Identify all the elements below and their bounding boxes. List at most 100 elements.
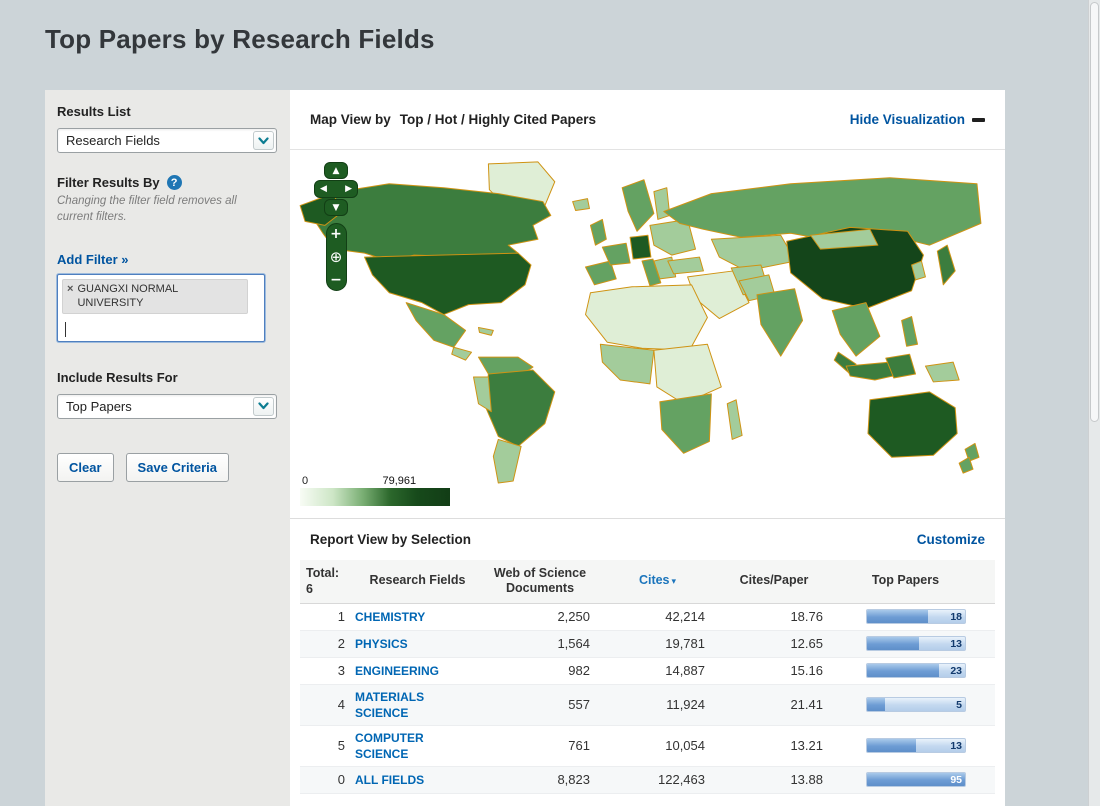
map-view-title-prefix: Map View by [310,112,391,127]
field-link[interactable]: PHYSICS [355,637,408,651]
scrollbar [1088,0,1100,806]
cites-cell: 14,887 [600,663,715,678]
map-controls: ▲ ◀ ▶ ▼ + ⊕ − [314,162,358,291]
pan-left-button[interactable]: ◀ [320,184,327,194]
help-icon[interactable]: ? [167,175,182,190]
field-link[interactable]: ALL FIELDS [355,773,424,787]
bar-value: 13 [950,638,962,650]
table-row: 4 MATERIALS SCIENCE 557 11,924 21.41 5 [300,685,995,726]
cites-per-paper-cell: 13.88 [715,772,833,787]
total-value: 6 [306,581,355,597]
sidebar: Results List Research Fields Filter Resu… [45,90,290,806]
filter-tag: × GUANGXI NORMAL UNIVERSITY [62,279,248,314]
field-link[interactable]: COMPUTER SCIENCE [355,731,424,761]
report-view-title: Report View by Selection [310,532,471,547]
column-top-papers: Top Papers [833,573,978,589]
field-link[interactable]: MATERIALS SCIENCE [355,690,424,720]
bar-fill [867,664,939,677]
cites-cell: 10,054 [600,738,715,753]
docs-cell: 1,564 [480,636,600,651]
results-list-select[interactable]: Research Fields [57,128,277,153]
rank-cell: 4 [300,697,355,712]
docs-cell: 2,250 [480,609,600,624]
top-papers-bar: 23 [866,663,966,678]
bar-value: 18 [950,611,962,623]
include-results-select[interactable]: Top Papers [57,394,277,419]
legend-max-label: 79,961 [383,475,417,487]
filter-note: Changing the filter field removes all cu… [57,194,267,225]
results-list-value: Research Fields [66,133,160,148]
rank-cell: 0 [300,772,355,787]
cites-cell: 19,781 [600,636,715,651]
bar-value: 13 [950,740,962,752]
map-view-title: Top / Hot / Highly Cited Papers [400,112,596,127]
results-list-label: Results List [57,104,278,119]
column-wos-documents: Web of Science Documents [480,566,600,597]
scrollbar-thumb[interactable] [1090,2,1099,422]
column-cites-per-paper: Cites/Paper [715,573,833,589]
results-table: Total: 6 Research Fields Web of Science … [300,560,995,794]
top-papers-bar: 95 [866,772,966,787]
top-papers-bar: 13 [866,636,966,651]
cites-per-paper-cell: 13.21 [715,738,833,753]
cites-cell: 42,214 [600,609,715,624]
table-row: 3 ENGINEERING 982 14,887 15.16 23 [300,658,995,685]
sort-arrow-icon: ▾ [672,577,677,587]
table-row: 0 ALL FIELDS 8,823 122,463 13.88 95 [300,767,995,794]
world-map[interactable] [292,154,992,486]
column-cites-sort[interactable]: Cites▾ [600,573,715,589]
text-cursor [65,322,66,337]
table-row: 5 COMPUTER SCIENCE 761 10,054 13.21 13 [300,726,995,767]
clear-button[interactable]: Clear [57,453,114,482]
rank-cell: 1 [300,609,355,624]
cites-cell: 122,463 [600,772,715,787]
bar-fill [867,637,919,650]
rank-cell: 2 [300,636,355,651]
chevron-down-icon[interactable] [253,131,274,150]
pan-up-button[interactable]: ▲ [324,162,348,179]
cites-per-paper-cell: 18.76 [715,609,833,624]
table-header-row: Total: 6 Research Fields Web of Science … [300,560,995,604]
page-title: Top Papers by Research Fields [45,24,435,55]
field-link[interactable]: ENGINEERING [355,664,439,678]
remove-tag-icon[interactable]: × [67,282,73,311]
rank-cell: 5 [300,738,355,753]
pan-down-button[interactable]: ▼ [324,199,348,216]
docs-cell: 8,823 [480,772,600,787]
save-criteria-button[interactable]: Save Criteria [126,453,230,482]
bar-fill [867,610,928,623]
column-research-fields: Research Fields [355,573,480,589]
map-view-header: Map View by Top / Hot / Highly Cited Pape… [290,90,1005,150]
bar-fill [867,698,885,711]
table-row: 1 CHEMISTRY 2,250 42,214 18.76 18 [300,604,995,631]
top-papers-bar: 13 [866,738,966,753]
zoom-in-button[interactable]: + [330,227,342,241]
cites-per-paper-cell: 12.65 [715,636,833,651]
filter-results-label: Filter Results By [57,175,160,190]
cites-per-paper-cell: 15.16 [715,663,833,678]
bar-fill [867,739,916,752]
bar-value: 95 [950,774,962,786]
docs-cell: 557 [480,697,600,712]
docs-cell: 982 [480,663,600,678]
rank-cell: 3 [300,663,355,678]
filter-tag-label: GUANGXI NORMAL UNIVERSITY [77,282,241,311]
pan-right-button[interactable]: ▶ [345,184,352,194]
report-view-header: Report View by Selection Customize [290,518,1005,560]
zoom-out-button[interactable]: − [330,273,342,287]
filter-input-box[interactable]: × GUANGXI NORMAL UNIVERSITY [57,274,265,342]
main-panel: Map View by Top / Hot / Highly Cited Pape… [290,90,1005,806]
globe-icon[interactable]: ⊕ [330,250,343,265]
field-link[interactable]: CHEMISTRY [355,610,425,624]
include-results-label: Include Results For [57,370,278,385]
cites-per-paper-cell: 21.41 [715,697,833,712]
chevron-down-icon[interactable] [253,397,274,416]
hide-visualization-link[interactable]: Hide Visualization [850,112,985,127]
customize-link[interactable]: Customize [917,532,985,547]
cites-cell: 11,924 [600,697,715,712]
add-filter-link[interactable]: Add Filter » [57,252,129,267]
zoom-control: + ⊕ − [326,223,347,291]
total-label: Total: [306,565,355,581]
table-row: 2 PHYSICS 1,564 19,781 12.65 13 [300,631,995,658]
top-papers-bar: 5 [866,697,966,712]
